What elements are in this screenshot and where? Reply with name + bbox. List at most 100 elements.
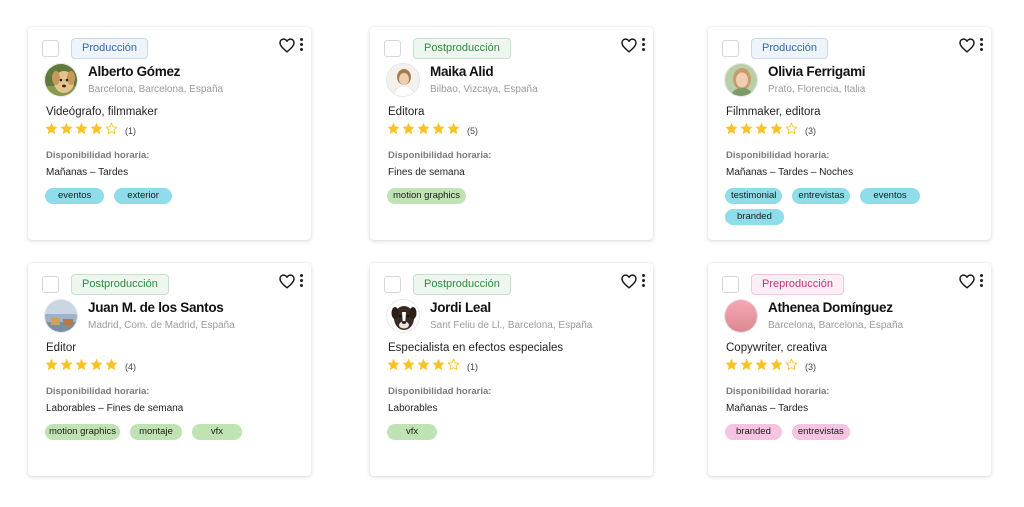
tag-list: eventos exterior	[45, 188, 303, 204]
tag-chip[interactable]: motion graphics	[387, 188, 467, 204]
star-filled-icon	[45, 122, 58, 134]
tag-chip[interactable]: montaje	[130, 424, 182, 440]
tag-chip[interactable]: vfx	[387, 424, 438, 440]
profile-location: Bilbao, Vizcaya, España	[430, 84, 538, 95]
more-options-icon[interactable]	[298, 274, 304, 290]
profile-name[interactable]: Maika Alid	[430, 64, 494, 79]
profile-location: Sant Feliu de Ll., Barcelona, España	[430, 320, 593, 331]
avatar	[44, 63, 78, 97]
star-filled-icon	[75, 358, 88, 370]
availability-label: Disponibilidad horaria:	[46, 386, 150, 397]
star-filled-icon	[417, 358, 430, 370]
profile-card[interactable]: Postproducción Jordi Leal Sant Feliu de …	[370, 263, 653, 476]
profile-card[interactable]: Producción Alberto Gómez Barcelona, Barc…	[28, 27, 311, 240]
availability-value: Mañanas – Tardes – Noches	[726, 167, 854, 178]
more-options-icon[interactable]	[978, 274, 984, 290]
tag-chip[interactable]: eventos	[860, 188, 920, 204]
star-filled-icon	[432, 358, 445, 370]
avatar	[724, 63, 758, 97]
heart-icon[interactable]	[621, 38, 637, 53]
profile-name[interactable]: Alberto Gómez	[88, 64, 180, 79]
heart-icon[interactable]	[959, 38, 975, 53]
stage-badge: Producción	[71, 38, 149, 59]
profile-name[interactable]: Olivia Ferrigami	[768, 64, 866, 79]
tag-chip[interactable]: entrevistas	[791, 424, 850, 440]
select-checkbox[interactable]	[384, 276, 401, 293]
availability-value: Laborables – Fines de semana	[46, 403, 184, 414]
star-filled-icon	[105, 358, 118, 370]
star-empty-icon	[785, 122, 798, 135]
star-rating: (3)	[725, 358, 816, 374]
stars	[725, 122, 800, 140]
heart-icon[interactable]	[279, 274, 295, 289]
star-filled-icon	[740, 358, 753, 370]
star-filled-icon	[60, 122, 73, 134]
review-count: (5)	[467, 126, 478, 136]
more-options-icon[interactable]	[640, 274, 646, 290]
stars	[45, 122, 120, 140]
heart-icon[interactable]	[279, 38, 295, 53]
avatar	[386, 63, 420, 97]
star-rating: (3)	[725, 122, 816, 140]
tag-list: branded entrevistas	[725, 424, 983, 440]
tag-chip[interactable]: eventos	[45, 188, 105, 204]
select-checkbox[interactable]	[722, 276, 739, 293]
tag-chip[interactable]: motion graphics	[45, 424, 121, 440]
heart-icon[interactable]	[959, 274, 975, 289]
stage-badge: Preproducción	[751, 274, 844, 295]
avatar	[44, 299, 78, 333]
star-filled-icon	[770, 358, 783, 370]
profile-location: Barcelona, Barcelona, España	[88, 84, 224, 95]
star-filled-icon	[755, 358, 768, 370]
availability-label: Disponibilidad horaria:	[726, 150, 830, 161]
review-count: (1)	[467, 362, 478, 372]
tag-chip[interactable]: testimonial	[725, 188, 783, 204]
tag-chip[interactable]: vfx	[191, 424, 243, 440]
tag-list: motion graphics	[387, 188, 645, 204]
more-options-icon[interactable]	[298, 38, 304, 54]
tag-chip[interactable]: branded	[725, 209, 784, 225]
star-filled-icon	[402, 358, 415, 370]
more-options-icon[interactable]	[640, 38, 646, 54]
select-checkbox[interactable]	[42, 40, 59, 57]
profile-location: Barcelona, Barcelona, España	[768, 320, 904, 331]
star-rating: (1)	[45, 122, 136, 140]
star-filled-icon	[447, 122, 460, 134]
star-empty-icon	[105, 122, 118, 135]
stage-badge: Postproducción	[413, 274, 511, 295]
select-checkbox[interactable]	[384, 40, 401, 57]
availability-label: Disponibilidad horaria:	[388, 386, 492, 397]
profile-card[interactable]: Preproducción Athenea Domínguez Barcelon…	[708, 263, 991, 476]
profile-role: Editor	[46, 342, 77, 354]
availability-value: Mañanas – Tardes	[46, 167, 129, 178]
heart-icon[interactable]	[621, 274, 637, 289]
profile-role: Editora	[388, 106, 425, 118]
star-filled-icon	[387, 358, 400, 370]
availability-label: Disponibilidad horaria:	[388, 150, 492, 161]
review-count: (3)	[805, 126, 816, 136]
more-options-icon[interactable]	[978, 38, 984, 54]
avatar	[386, 299, 420, 333]
availability-label: Disponibilidad horaria:	[726, 386, 830, 397]
stars	[45, 358, 120, 376]
tag-chip[interactable]: entrevistas	[792, 188, 851, 204]
select-checkbox[interactable]	[42, 276, 59, 293]
tag-chip[interactable]: branded	[725, 424, 782, 440]
profile-location: Madrid, Com. de Madrid, España	[88, 320, 235, 331]
stars	[387, 358, 462, 376]
star-empty-icon	[785, 358, 798, 371]
profile-name[interactable]: Jordi Leal	[430, 300, 491, 315]
star-rating: (4)	[45, 358, 136, 376]
profile-card[interactable]: Postproducción Juan M. de los Santos Mad…	[28, 263, 311, 476]
select-checkbox[interactable]	[722, 40, 739, 57]
profile-name[interactable]: Juan M. de los Santos	[88, 300, 224, 315]
tag-list: vfx	[387, 424, 645, 440]
profile-card[interactable]: Postproducción Maika Alid Bilbao, Vizcay…	[370, 27, 653, 240]
tag-chip[interactable]: exterior	[114, 188, 172, 204]
star-filled-icon	[75, 122, 88, 134]
stars	[387, 122, 462, 140]
profile-name[interactable]: Athenea Domínguez	[768, 300, 893, 315]
profile-card[interactable]: Producción Olivia Ferrigami Prato, Flore…	[708, 27, 991, 240]
stage-badge: Postproducción	[413, 38, 511, 59]
stage-badge: Producción	[751, 38, 829, 59]
